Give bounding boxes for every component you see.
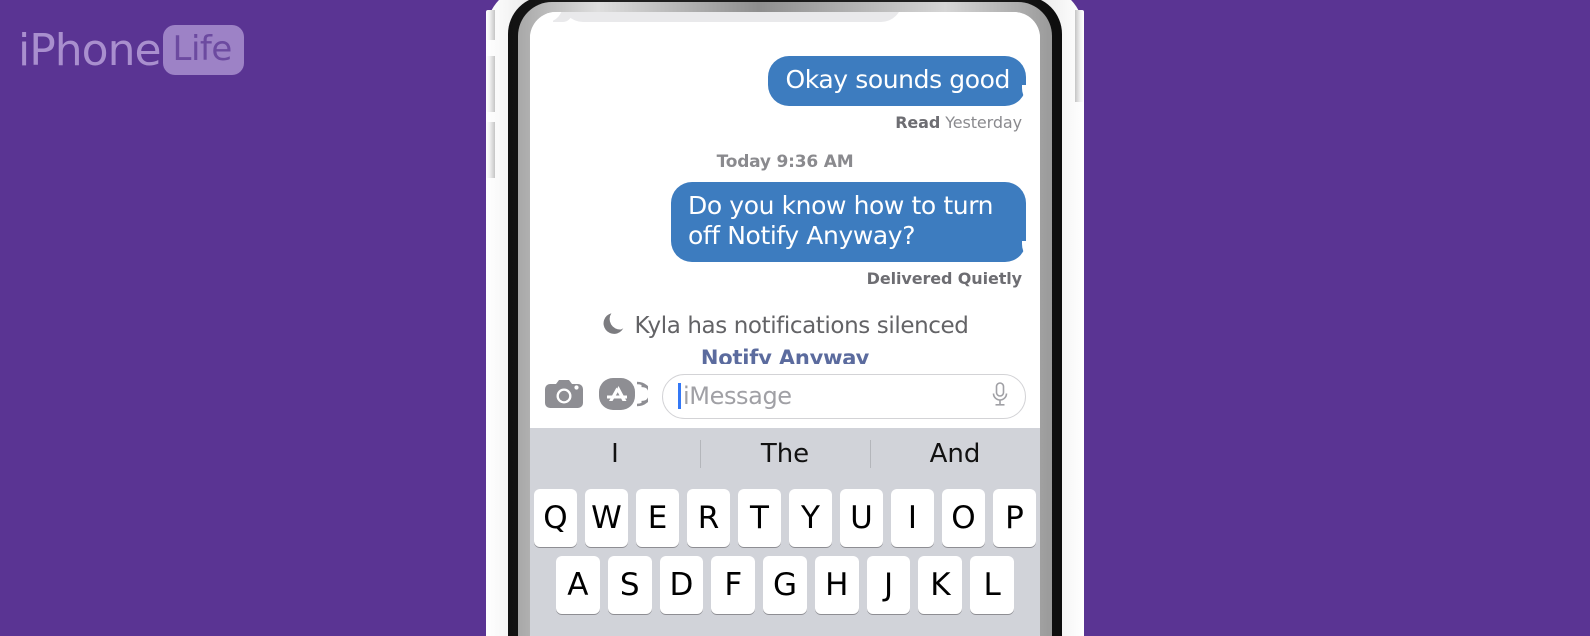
key-l[interactable]: L xyxy=(970,556,1015,614)
app-store-icon[interactable] xyxy=(598,375,653,418)
key-a[interactable]: A xyxy=(556,556,600,614)
brand-logo: iPhone Life xyxy=(18,22,244,78)
iphone-device: Okay sounds good Read Yesterday Today 9:… xyxy=(486,0,1084,636)
key-d[interactable]: D xyxy=(659,556,704,614)
power-button[interactable] xyxy=(1075,10,1084,102)
message-input-field[interactable]: iMessage xyxy=(662,373,1026,419)
message-status-bold: Read xyxy=(895,113,941,132)
key-t[interactable]: T xyxy=(738,489,781,547)
key-i[interactable]: I xyxy=(891,489,934,547)
key-e[interactable]: E xyxy=(636,489,679,547)
key-r[interactable]: R xyxy=(687,489,730,547)
prediction-candidate[interactable]: And xyxy=(870,428,1040,480)
brand-name-main: iPhone xyxy=(18,24,162,76)
message-status-rest: Yesterday xyxy=(945,113,1022,132)
message-placeholder: iMessage xyxy=(683,382,792,410)
notifications-silenced-notice: Kyla has notifications silenced xyxy=(544,310,1026,341)
message-status: Read Yesterday xyxy=(544,113,1026,132)
message-bubble-outgoing[interactable]: Do you know how to turn off Notify Anywa… xyxy=(671,182,1040,262)
key-g[interactable]: G xyxy=(763,556,807,614)
key-f[interactable]: F xyxy=(711,556,756,614)
volume-down-button[interactable] xyxy=(486,122,495,178)
key-o[interactable]: O xyxy=(942,489,985,547)
key-h[interactable]: H xyxy=(814,556,859,614)
key-w[interactable]: W xyxy=(585,489,628,547)
brand-name-badge: Life xyxy=(172,29,233,69)
moon-icon xyxy=(602,310,626,341)
key-p[interactable]: P xyxy=(993,489,1036,547)
message-status: Delivered Quietly xyxy=(544,269,1026,288)
key-q[interactable]: Q xyxy=(534,489,577,547)
key-s[interactable]: S xyxy=(607,556,652,614)
message-status-bold: Delivered Quietly xyxy=(866,269,1022,288)
key-u[interactable]: U xyxy=(840,489,883,547)
key-j[interactable]: J xyxy=(866,556,911,614)
keyboard-row-top: Q W E R T Y U I O P xyxy=(530,489,1040,547)
onscreen-keyboard: I The And Q W E R T Y U I O P A S D F G … xyxy=(530,428,1040,636)
brand-badge: Life xyxy=(162,25,244,75)
keyboard-row-middle: A S D F G H J K L xyxy=(530,556,1040,614)
message-input-bar: iMessage xyxy=(530,364,1040,428)
day-timestamp-divider: Today 9:36 AM xyxy=(716,152,854,172)
key-k[interactable]: K xyxy=(918,556,963,614)
message-row: Do you know how to turn off Notify Anywa… xyxy=(544,182,1040,262)
mute-switch-button[interactable] xyxy=(486,10,495,40)
microphone-icon[interactable] xyxy=(989,380,1011,413)
predictive-text-bar: I The And xyxy=(530,428,1040,480)
clipped-received-bubble xyxy=(545,12,902,22)
message-bubble-outgoing[interactable]: Okay sounds good xyxy=(768,56,1040,106)
text-cursor xyxy=(678,383,681,409)
volume-up-button[interactable] xyxy=(486,56,495,112)
camera-icon[interactable] xyxy=(544,378,584,415)
phone-screen: Okay sounds good Read Yesterday Today 9:… xyxy=(530,12,1040,636)
notifications-silenced-text: Kyla has notifications silenced xyxy=(634,312,969,339)
message-row: Okay sounds good xyxy=(544,56,1040,106)
key-y[interactable]: Y xyxy=(789,489,832,547)
prediction-candidate[interactable]: I xyxy=(530,428,700,480)
prediction-candidate[interactable]: The xyxy=(700,428,870,480)
